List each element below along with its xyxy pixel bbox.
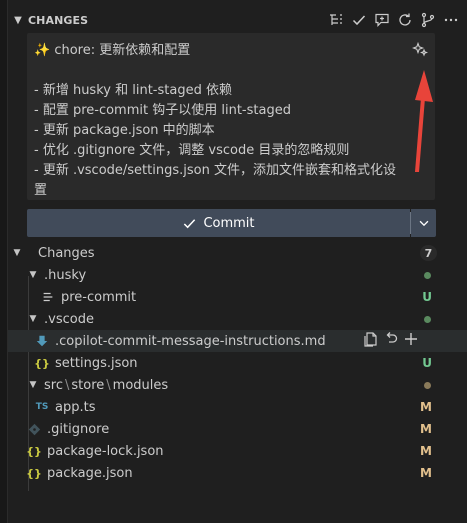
check-icon [184, 218, 196, 228]
commit-body-line: - 优化 .gitignore 文件，调整 vscode 目录的忽略规则 [34, 143, 350, 158]
status-badge: M [420, 422, 432, 436]
tree-folder-vscode[interactable]: ▼ .vscode [8, 308, 467, 330]
folder-label: src \ store \ modules [44, 378, 168, 393]
chevron-down-icon: ▼ [29, 314, 37, 324]
path-separator: \ [64, 377, 70, 393]
typescript-icon: TS [35, 402, 49, 412]
file-label: pre-commit [61, 289, 137, 305]
path-separator: \ [106, 377, 111, 393]
file-label: settings.json [55, 355, 138, 371]
file-label: app.ts [55, 399, 96, 415]
text-file-icon [40, 289, 56, 305]
untracked-dot [424, 316, 431, 323]
tree-file-pre-commit[interactable]: pre-commit U [8, 286, 467, 308]
file-label: package-lock.json [47, 443, 164, 459]
path-segment: modules [112, 377, 169, 393]
changes-group-header[interactable]: ▼ Changes 7 [8, 242, 467, 264]
row-actions [363, 330, 419, 352]
panel-bottom [8, 507, 467, 523]
tree-file-settings-json[interactable]: {} settings.json U [8, 352, 467, 374]
commit-button[interactable]: Commit [27, 209, 410, 237]
path-segment: store [71, 377, 105, 393]
json-icon: {} [34, 356, 50, 370]
chevron-down-icon: ▼ [13, 248, 21, 258]
commit-button-label: Commit [203, 215, 255, 231]
tree-file-gitignore[interactable]: .gitignore M [8, 418, 467, 440]
untracked-dot [424, 272, 431, 279]
commit-subject: ✨ chore: 更新依赖和配置 [34, 43, 191, 58]
commit-dropdown-button[interactable] [411, 209, 436, 237]
list-tree-icon[interactable] [326, 10, 346, 30]
tree-file-package-lock-json[interactable]: {} package-lock.json M [8, 440, 467, 462]
chevron-down-icon: ▼ [29, 270, 37, 280]
commit-body-line: - 配置 pre-commit 钩子以使用 lint-staged [34, 103, 291, 118]
chevron-down-icon [419, 220, 428, 227]
json-icon: {} [26, 466, 42, 480]
file-label: package.json [47, 465, 133, 481]
status-badge: M [420, 444, 432, 458]
tree-file-package-json[interactable]: {} package.json M [8, 462, 467, 484]
section-actions [326, 8, 461, 32]
refresh-icon[interactable] [395, 10, 415, 30]
markdown-icon [34, 333, 50, 349]
open-file-icon[interactable] [363, 331, 379, 351]
more-icon[interactable] [441, 10, 461, 30]
branch-icon[interactable] [418, 10, 438, 30]
git-icon [26, 421, 42, 437]
stage-changes-icon[interactable] [403, 331, 419, 351]
folder-label: .husky [44, 267, 87, 283]
commit-body-line: 置 [34, 183, 48, 198]
changes-count-badge: 7 [420, 245, 437, 261]
path-segment: src [44, 377, 63, 393]
check-icon[interactable] [349, 10, 369, 30]
chevron-down-icon: ▼ [29, 380, 37, 390]
tree-file-copilot-instructions[interactable]: .copilot-commit-message-instructions.md [8, 330, 467, 352]
tree-file-app-ts[interactable]: TS app.ts M [8, 396, 467, 418]
changes-label: Changes [38, 245, 95, 261]
json-icon: {} [26, 444, 42, 458]
tree-folder-src-store-modules[interactable]: ▼ src \ store \ modules [8, 374, 467, 396]
commit-body-line: - 更新 .vscode/settings.json 文件，添加文件嵌套和格式化… [34, 163, 396, 178]
status-badge: M [420, 400, 432, 414]
modified-dot [424, 382, 431, 389]
discard-changes-icon[interactable] [383, 331, 399, 351]
generate-commit-message-sparkle-icon[interactable] [410, 39, 430, 59]
status-badge: M [420, 466, 432, 480]
changes-section-header[interactable]: ▼ CHANGES [8, 8, 467, 32]
commit-body-line: - 更新 package.json 中的脚本 [34, 123, 215, 138]
file-label: .gitignore [47, 421, 110, 437]
chevron-down-icon: ▼ [14, 14, 22, 26]
section-title: CHANGES [28, 13, 89, 27]
activity-strip [0, 0, 8, 523]
tree-folder-husky[interactable]: ▼ .husky [8, 264, 467, 286]
comment-sparkle-icon[interactable] [372, 10, 392, 30]
annotation-arrow [415, 70, 433, 172]
file-label: .copilot-commit-message-instructions.md [55, 333, 326, 349]
commit-message-input[interactable]: ✨ chore: 更新依赖和配置 - 新增 husky 和 lint-stage… [27, 33, 435, 200]
commit-body-line: - 新增 husky 和 lint-staged 依赖 [34, 83, 232, 98]
status-badge: U [422, 356, 432, 370]
folder-label: .vscode [44, 311, 94, 327]
status-badge: U [422, 290, 432, 304]
